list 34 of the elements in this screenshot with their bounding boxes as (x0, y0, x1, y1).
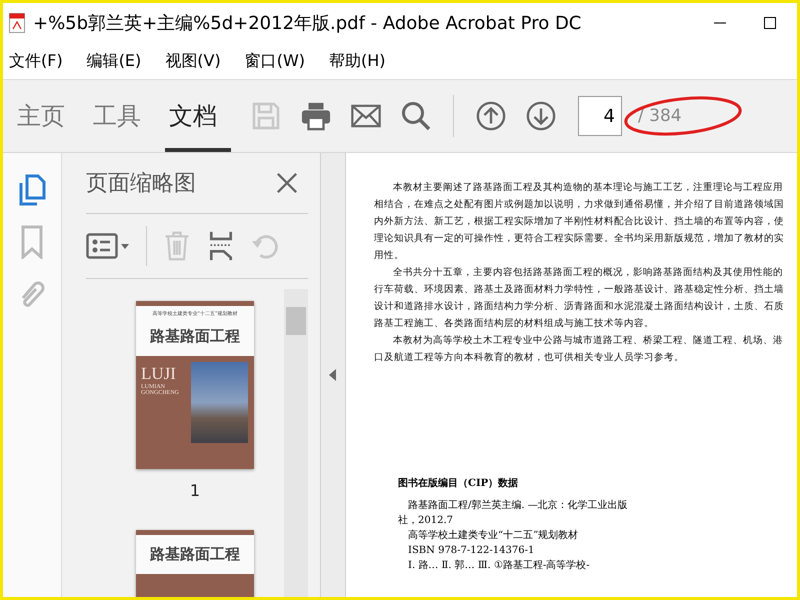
page-total: / 384 (638, 106, 682, 126)
search-icon[interactable] (401, 101, 431, 131)
page-number-label: 1 (190, 481, 200, 500)
menu-item[interactable]: 文件(F) (7, 50, 73, 72)
cip-line: 路基路面工程/郭兰英主编. —北京：化学工业出版社，2012.7 (398, 498, 629, 528)
cip-line: Ⅰ. 路… Ⅱ. 郭… Ⅲ. ①路基工程-高等学校- (407, 558, 591, 573)
split-pages-icon[interactable] (207, 231, 235, 261)
menu-item[interactable]: 帮助(H) (327, 50, 396, 72)
maximize-icon[interactable] (763, 16, 777, 30)
body-paragraph: 本教材主要阐述了路基路面工程及其构造物的基本理论与施工工艺，注重理论与工程应用相结合，在难点之处配有图片或例题加以说明，力求做到通俗易懂，并介绍了目前道路领域国内外新方法、新工艺，根据工程实际增加了半刚性材料配合比设计、挡土墙的布置等内容，使理论知识具有一定的可操作性，更符合工程实际需要。全书均采用新版规范，增加了教材的实用性。 (374, 181, 784, 263)
cover-title: 路基路面工程 (150, 327, 240, 346)
menu-item[interactable]: 编辑(E) (84, 50, 152, 72)
body-paragraph: 全书共分十五章，主要内容包括路基路面工程的概况，影响路基路面结构及其使用性能的行车荷载、环境因素、路基土及路面材料力学特性，一般路基设计、路基稳定性分析、挡土墙设计和道路排水设计，路面结构力学分析、沥青路面和水泥混凝土路面结构设计，土质、石质路基工程施工、各类路面结构层的材料组成与施工技术等内容。 (374, 266, 784, 331)
page-number-field[interactable]: 4 (578, 96, 622, 136)
close-icon[interactable] (276, 172, 298, 194)
panel-title: 页面缩略图 (86, 170, 196, 198)
nav-tab[interactable]: 主页 (13, 80, 79, 152)
scrollbar-thumb[interactable] (286, 307, 306, 335)
menu-item[interactable]: 窗口(W) (242, 50, 316, 72)
pdf-file-icon (9, 13, 25, 33)
print-icon[interactable] (301, 101, 331, 131)
cip-line: ISBN 978-7-122-14376-1 (407, 544, 536, 558)
menu-item[interactable]: 视图(V) (163, 50, 231, 72)
nav-tab[interactable]: 工具 (89, 80, 155, 152)
cover-latin-text: LUJI (141, 364, 177, 384)
cip-heading: 图书在版编目（CIP）数据 (398, 476, 520, 490)
thumbnail-options-icon[interactable] (86, 233, 130, 259)
page-thumbnail[interactable]: 路基路面工程 (136, 530, 254, 597)
pages-icon[interactable] (17, 173, 47, 207)
window-title: +%5b郭兰英+主编%5d+2012年版.pdf - Adobe Acrobat Pro DC (33, 12, 582, 35)
collapse-arrow-icon[interactable] (329, 369, 337, 381)
cip-line: 高等学校土建类专业“十二五”规划教材 (407, 528, 580, 543)
body-paragraph: 本教材为高等学校土木工程专业中公路与城市道路工程、桥梁工程、隧道工程、机场、港口及航道工程等方向本科教育的教材，也可供相关专业人员学习参考。 (374, 334, 784, 365)
cover-title: 路基路面工程 (150, 545, 240, 564)
